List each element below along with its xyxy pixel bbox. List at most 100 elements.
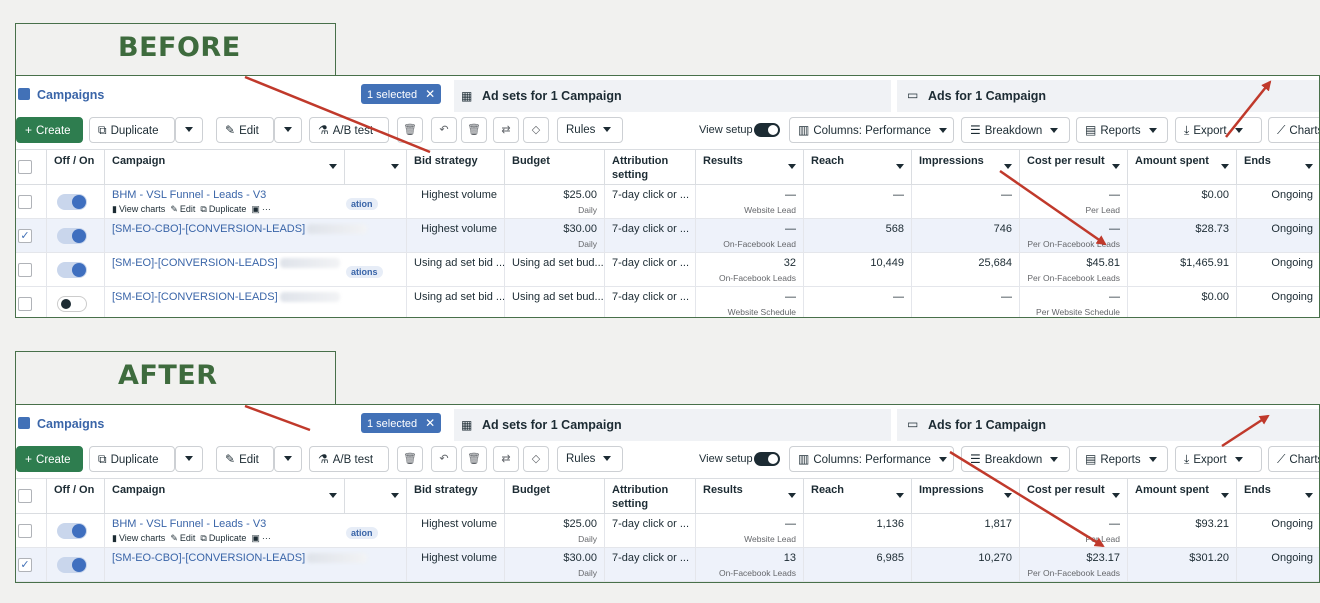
campaign-toggle[interactable] xyxy=(57,228,87,244)
sort-icon[interactable] xyxy=(896,493,904,498)
header-budget[interactable]: Budget xyxy=(505,150,605,184)
table-row[interactable]: [SM-EO]-[CONVERSION-LEADS] ations Using ad… xyxy=(16,253,1319,287)
header-campaign[interactable]: Campaign xyxy=(105,150,345,184)
create-button[interactable]: + Create xyxy=(16,117,83,143)
campaigns-title[interactable]: Campaigns xyxy=(37,417,104,431)
sort-icon[interactable] xyxy=(1112,493,1120,498)
campaign-name-link[interactable]: [SM-EO-CBO]-[CONVERSION-LEADS] xyxy=(112,223,305,235)
close-icon[interactable]: ✕ xyxy=(425,87,435,101)
sort-icon[interactable] xyxy=(391,164,399,169)
header-amount_spent[interactable]: Amount spent xyxy=(1128,479,1237,513)
table-row[interactable]: BHM - VSL Funnel - Leads - V3 ▮ View chart… xyxy=(16,514,1319,548)
edit-button[interactable]: ✎ Edit xyxy=(216,446,274,472)
reports-button[interactable]: ▤ Reports xyxy=(1076,117,1168,143)
header-blank[interactable] xyxy=(345,150,407,184)
sort-icon[interactable] xyxy=(788,164,796,169)
select-all-checkbox[interactable] xyxy=(18,489,32,503)
export-ad-icon[interactable]: ⇄ xyxy=(493,117,519,143)
undo-icon[interactable]: ↶ xyxy=(431,117,457,143)
campaign-toggle[interactable] xyxy=(57,194,87,210)
breakdown-button[interactable]: ☰ Breakdown xyxy=(961,446,1070,472)
header-reach[interactable]: Reach xyxy=(804,150,912,184)
header-reach[interactable]: Reach xyxy=(804,479,912,513)
breakdown-button[interactable]: ☰ Breakdown xyxy=(961,117,1070,143)
header-attribution[interactable]: Attribution setting xyxy=(605,479,696,513)
charts-button[interactable]: ⟋ Charts xyxy=(1268,117,1319,143)
sort-icon[interactable] xyxy=(1305,493,1313,498)
columns-button[interactable]: ▥ Columns: Performance xyxy=(789,117,954,143)
table-row[interactable]: ✓ [SM-EO-CBO]-[CONVERSION-LEADS] Highest v… xyxy=(16,548,1319,582)
view-setup-toggle[interactable] xyxy=(754,452,780,466)
duplicate-button[interactable]: ⧉ Duplicate xyxy=(89,446,175,472)
table-row[interactable]: [SM-EO]-[CONVERSION-LEADS] Using ad set b… xyxy=(16,287,1319,317)
row-action-edit[interactable]: Edit xyxy=(180,204,196,214)
header-results[interactable]: Results xyxy=(696,150,804,184)
undo-icon[interactable]: ↶ xyxy=(431,446,457,472)
header-chk[interactable] xyxy=(16,479,47,513)
header-blank[interactable] xyxy=(345,479,407,513)
header-amount_spent[interactable]: Amount spent xyxy=(1128,150,1237,184)
header-cost_per_result[interactable]: Cost per result xyxy=(1020,479,1128,513)
sort-icon[interactable] xyxy=(1112,164,1120,169)
export-button[interactable]: ⤓ Export xyxy=(1175,117,1262,143)
row-action-more[interactable]: ··· xyxy=(262,533,271,543)
row-action-edit[interactable]: Edit xyxy=(180,533,196,543)
row-checkbox[interactable] xyxy=(18,263,32,277)
header-impressions[interactable]: Impressions xyxy=(912,150,1020,184)
duplicate-dropdown[interactable] xyxy=(175,117,203,143)
row-checkbox[interactable]: ✓ xyxy=(18,558,32,572)
trash-icon[interactable]: 🗑 xyxy=(461,446,487,472)
campaign-name-link[interactable]: [SM-EO]-[CONVERSION-LEADS] xyxy=(112,291,278,303)
row-action-duplicate[interactable]: Duplicate xyxy=(209,533,247,543)
header-bid_strategy[interactable]: Bid strategy xyxy=(407,150,505,184)
sort-icon[interactable] xyxy=(1305,164,1313,169)
reports-button[interactable]: ▤ Reports xyxy=(1076,446,1168,472)
campaign-name-link[interactable]: [SM-EO]-[CONVERSION-LEADS] xyxy=(112,257,278,269)
header-impressions[interactable]: Impressions xyxy=(912,479,1020,513)
ab-test-button[interactable]: ⚗ A/B test xyxy=(309,117,389,143)
charts-button[interactable]: ⟋ Charts xyxy=(1268,446,1319,472)
header-bid_strategy[interactable]: Bid strategy xyxy=(407,479,505,513)
sort-icon[interactable] xyxy=(1221,164,1229,169)
close-icon[interactable]: ✕ xyxy=(425,416,435,430)
edit-button[interactable]: ✎ Edit xyxy=(216,117,274,143)
campaigns-title[interactable]: Campaigns xyxy=(37,88,104,102)
campaign-name-link[interactable]: BHM - VSL Funnel - Leads - V3 xyxy=(112,189,266,201)
header-off_on[interactable]: Off / On xyxy=(47,150,105,184)
campaign-toggle[interactable] xyxy=(57,557,87,573)
row-checkbox[interactable] xyxy=(18,195,32,209)
export-button[interactable]: ⤓ Export xyxy=(1175,446,1262,472)
delete-disabled-icon[interactable]: 🗑 xyxy=(397,446,423,472)
header-chk[interactable] xyxy=(16,150,47,184)
sort-icon[interactable] xyxy=(1004,164,1012,169)
rules-button[interactable]: Rules xyxy=(557,117,623,143)
tag-icon[interactable]: ◇ xyxy=(523,446,549,472)
selected-pill[interactable]: 1 selected ✕ xyxy=(361,413,442,433)
tag-icon[interactable]: ◇ xyxy=(523,117,549,143)
row-checkbox[interactable]: ✓ xyxy=(18,229,32,243)
select-all-checkbox[interactable] xyxy=(18,160,32,174)
campaign-name-link[interactable]: [SM-EO-CBO]-[CONVERSION-LEADS] xyxy=(112,552,305,564)
header-campaign[interactable]: Campaign xyxy=(105,479,345,513)
campaign-name-link[interactable]: BHM - VSL Funnel - Leads - V3 xyxy=(112,518,266,530)
duplicate-dropdown[interactable] xyxy=(175,446,203,472)
trash-icon[interactable]: 🗑 xyxy=(461,117,487,143)
campaign-toggle[interactable] xyxy=(57,296,87,312)
table-row[interactable]: BHM - VSL Funnel - Leads - V3 ▮ View chart… xyxy=(16,185,1319,219)
create-button[interactable]: + Create xyxy=(16,446,83,472)
sort-icon[interactable] xyxy=(788,493,796,498)
sort-icon[interactable] xyxy=(391,493,399,498)
sort-icon[interactable] xyxy=(1221,493,1229,498)
sort-icon[interactable] xyxy=(329,493,337,498)
header-ends[interactable]: Ends xyxy=(1237,479,1319,513)
selected-pill[interactable]: 1 selected ✕ xyxy=(361,84,442,104)
duplicate-button[interactable]: ⧉ Duplicate xyxy=(89,117,175,143)
header-budget[interactable]: Budget xyxy=(505,479,605,513)
ab-test-button[interactable]: ⚗ A/B test xyxy=(309,446,389,472)
row-checkbox[interactable] xyxy=(18,297,32,311)
export-ad-icon[interactable]: ⇄ xyxy=(493,446,519,472)
campaign-toggle[interactable] xyxy=(57,523,87,539)
row-action-more[interactable]: ··· xyxy=(262,204,271,214)
campaign-toggle[interactable] xyxy=(57,262,87,278)
header-results[interactable]: Results xyxy=(696,479,804,513)
